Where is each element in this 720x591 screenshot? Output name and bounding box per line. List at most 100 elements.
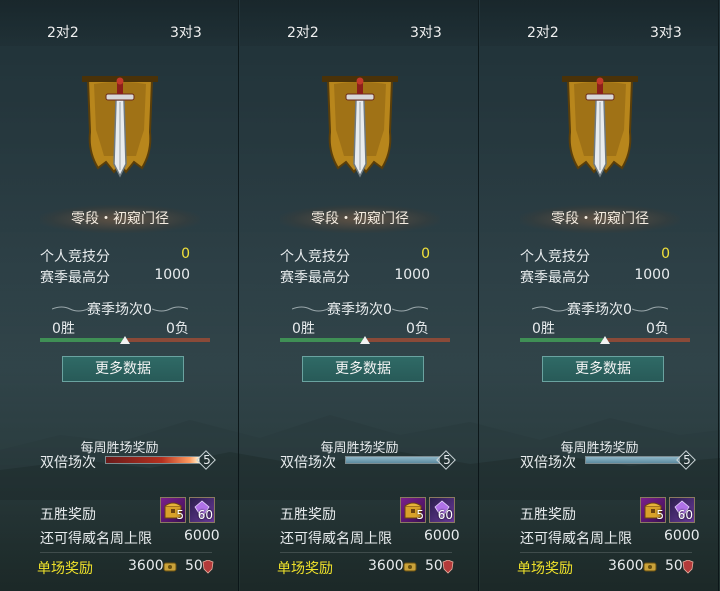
double-matches-progress	[585, 456, 680, 464]
divider	[280, 552, 452, 553]
win-loss-bar	[520, 336, 690, 344]
shield-badge-icon	[442, 560, 454, 574]
loss-bar-segment	[127, 338, 210, 342]
arena-panel-3: 2对2 3对3 零段・初窥门径 个人竞技分 0 赛季最高分 1000 赛季场次0…	[480, 0, 719, 591]
single-reward-badge-value: 50	[425, 558, 443, 574]
wins-count: 0胜	[52, 321, 75, 337]
loss-bar-segment	[367, 338, 450, 342]
more-data-button[interactable]: 更多数据	[62, 356, 184, 382]
sword-banner-icon	[322, 76, 398, 178]
chest-count: 5	[176, 508, 184, 522]
double-matches-fill	[346, 457, 439, 463]
double-matches-fill	[106, 457, 199, 463]
single-reward-coin-value: 3600	[128, 558, 164, 574]
double-matches-label: 双倍场次	[520, 455, 576, 471]
loss-bar-segment	[607, 338, 690, 342]
single-reward-coin-value: 3600	[368, 558, 404, 574]
treasure-chest-icon[interactable]: 5	[400, 497, 426, 523]
gem-count: 60	[677, 508, 693, 522]
ornament-right-icon	[152, 306, 188, 312]
double-matches-label: 双倍场次	[40, 455, 96, 471]
tab-2v2[interactable]: 2对2	[287, 22, 319, 42]
tab-2v2[interactable]: 2对2	[47, 22, 79, 42]
five-win-reward-label: 五胜奖励	[40, 507, 96, 523]
single-reward-coin-value: 3600	[608, 558, 644, 574]
five-win-reward-label: 五胜奖励	[280, 507, 336, 523]
rank-title: 零段・初窥门径	[520, 205, 680, 233]
ornament-right-icon	[392, 306, 428, 312]
shield-badge-icon	[682, 560, 694, 574]
mode-tabs: 2对2 3对3	[480, 0, 719, 46]
personal-score-value: 0	[181, 246, 190, 262]
win-loss-marker-icon	[120, 336, 130, 344]
coin-icon	[643, 562, 657, 572]
season-high-label: 赛季最高分	[520, 270, 590, 286]
single-reward-badge-value: 50	[665, 558, 683, 574]
personal-score-value: 0	[661, 246, 670, 262]
win-loss-marker-icon	[600, 336, 610, 344]
gem-count: 60	[437, 508, 453, 522]
double-matches-value: 5	[198, 452, 216, 468]
season-high-value: 1000	[634, 267, 670, 283]
divider	[40, 552, 212, 553]
rank-title: 零段・初窥门径	[280, 205, 440, 233]
season-matches: 赛季场次0	[87, 302, 152, 318]
season-matches: 赛季场次0	[327, 302, 392, 318]
win-bar-segment	[40, 338, 123, 342]
double-matches-value: 5	[678, 452, 696, 468]
rank-title: 零段・初窥门径	[40, 205, 200, 233]
wins-count: 0胜	[292, 321, 315, 337]
remaining-cap-value: 6000	[664, 528, 700, 544]
more-data-button[interactable]: 更多数据	[302, 356, 424, 382]
sword-banner-icon	[82, 76, 158, 178]
double-matches-label: 双倍场次	[280, 455, 336, 471]
losses-count: 0负	[646, 321, 669, 337]
personal-score-label: 个人竞技分	[520, 249, 590, 265]
losses-count: 0负	[406, 321, 429, 337]
season-high-label: 赛季最高分	[40, 270, 110, 286]
single-reward-label: 单场奖励	[37, 561, 93, 577]
chest-count: 5	[656, 508, 664, 522]
single-reward-label: 单场奖励	[277, 561, 333, 577]
remaining-cap-value: 6000	[424, 528, 460, 544]
remaining-cap-label: 还可得威名周上限	[520, 531, 632, 547]
five-win-reward-label: 五胜奖励	[520, 507, 576, 523]
more-data-button[interactable]: 更多数据	[542, 356, 664, 382]
remaining-cap-label: 还可得威名周上限	[40, 531, 152, 547]
treasure-chest-icon[interactable]: 5	[160, 497, 186, 523]
purple-gem-icon[interactable]: 60	[189, 497, 215, 523]
double-matches-progress	[105, 456, 200, 464]
personal-score-value: 0	[421, 246, 430, 262]
purple-gem-icon[interactable]: 60	[669, 497, 695, 523]
win-loss-bar	[280, 336, 450, 344]
divider	[520, 552, 692, 553]
gem-count: 60	[197, 508, 213, 522]
personal-score-label: 个人竞技分	[40, 249, 110, 265]
tab-3v3[interactable]: 3对3	[170, 22, 202, 42]
season-high-label: 赛季最高分	[280, 270, 350, 286]
tab-3v3[interactable]: 3对3	[410, 22, 442, 42]
shield-badge-icon	[202, 560, 214, 574]
single-reward-badge-value: 50	[185, 558, 203, 574]
tab-3v3[interactable]: 3对3	[650, 22, 682, 42]
win-bar-segment	[280, 338, 363, 342]
coin-icon	[403, 562, 417, 572]
losses-count: 0负	[166, 321, 189, 337]
double-matches-fill	[586, 457, 679, 463]
mode-tabs: 2对2 3对3	[0, 0, 239, 46]
win-bar-segment	[520, 338, 603, 342]
wins-count: 0胜	[532, 321, 555, 337]
remaining-cap-value: 6000	[184, 528, 220, 544]
personal-score-label: 个人竞技分	[280, 249, 350, 265]
purple-gem-icon[interactable]: 60	[429, 497, 455, 523]
coin-icon	[163, 562, 177, 572]
season-high-value: 1000	[394, 267, 430, 283]
win-loss-bar	[40, 336, 210, 344]
tab-2v2[interactable]: 2对2	[527, 22, 559, 42]
ornament-right-icon	[632, 306, 668, 312]
treasure-chest-icon[interactable]: 5	[640, 497, 666, 523]
arena-panel-1: 2对2 3对3 零段・初窥门径 个人竞技分 0 赛季最高分 1000 赛季场次0…	[0, 0, 239, 591]
remaining-cap-label: 还可得威名周上限	[280, 531, 392, 547]
single-reward-label: 单场奖励	[517, 561, 573, 577]
arena-panel-2: 2对2 3对3 零段・初窥门径 个人竞技分 0 赛季最高分 1000 赛季场次0…	[240, 0, 479, 591]
